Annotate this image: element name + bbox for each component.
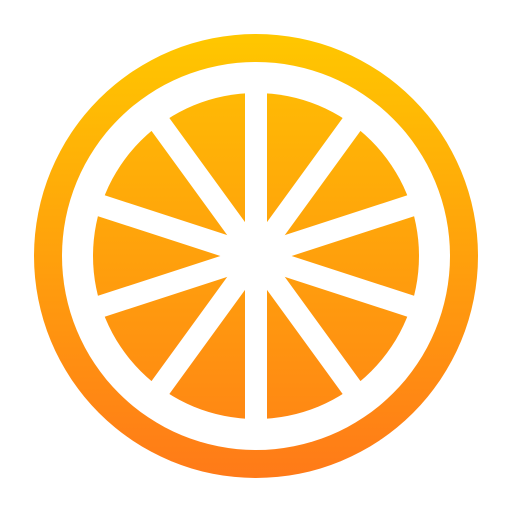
center-hub — [242, 242, 270, 270]
app-icon-canvas — [0, 0, 512, 512]
orange-slice-icon — [0, 0, 512, 512]
